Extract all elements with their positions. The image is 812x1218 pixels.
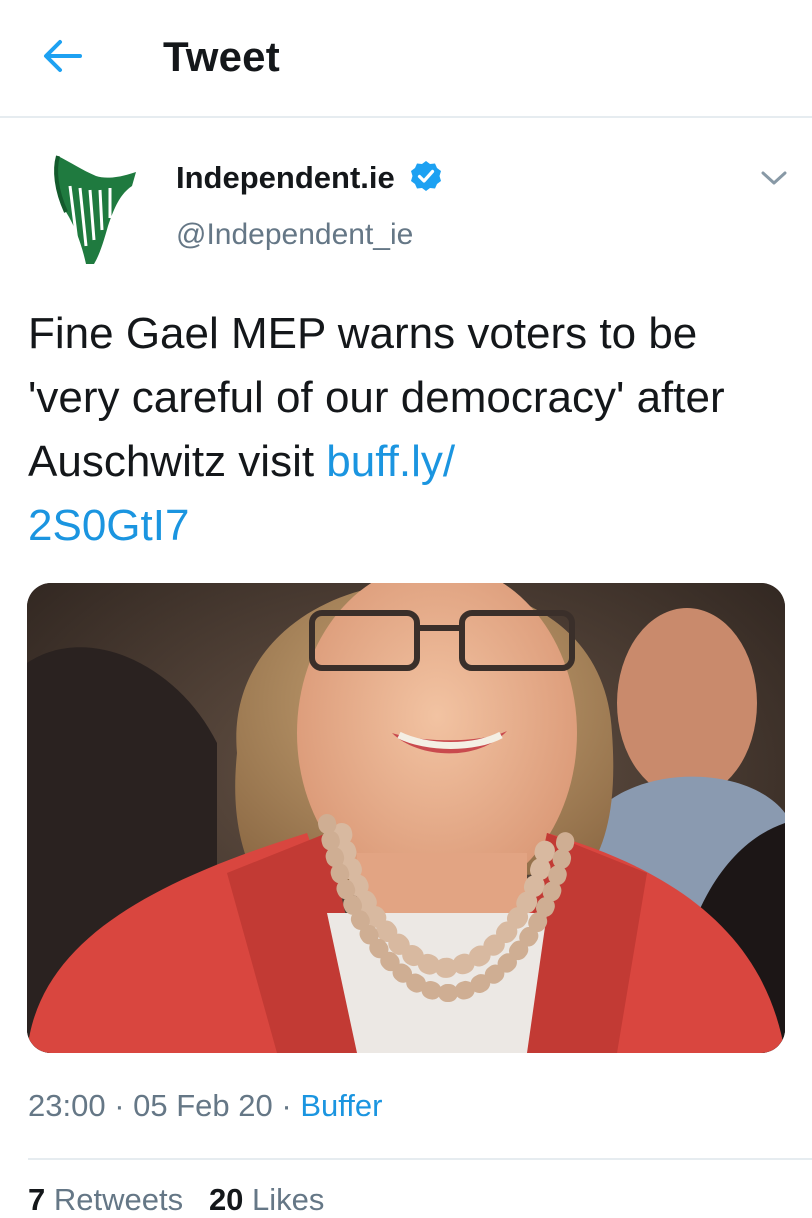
tweet-menu-button[interactable] bbox=[756, 164, 792, 192]
tweet-stats: 7 Retweets 20 Likes bbox=[28, 1182, 324, 1218]
tweet-link-part1: buff.ly/ bbox=[326, 437, 456, 486]
photo-image bbox=[27, 583, 785, 1053]
avatar[interactable] bbox=[48, 150, 140, 268]
meta-separator: · bbox=[272, 1088, 301, 1123]
tweet-time: 23:00 bbox=[28, 1088, 106, 1123]
tweet-meta: 23:00 · 05 Feb 20 · Buffer bbox=[28, 1088, 382, 1124]
chevron-down-icon bbox=[761, 171, 787, 185]
author-handle[interactable]: @Independent_ie bbox=[176, 218, 413, 252]
app-header: Tweet bbox=[0, 0, 812, 118]
tweet-text: Fine Gael MEP warns voters to be 'very c… bbox=[28, 302, 798, 558]
tweet-photo[interactable] bbox=[27, 583, 785, 1053]
meta-separator: · bbox=[105, 1088, 134, 1123]
harp-logo-icon bbox=[54, 155, 136, 264]
page-title: Tweet bbox=[163, 33, 280, 80]
tweet-source-link[interactable]: Buffer bbox=[300, 1088, 382, 1123]
author-name[interactable]: Independent.ie bbox=[176, 160, 395, 196]
tweet-link-part2: 2S0GtI7 bbox=[28, 501, 190, 550]
back-button[interactable] bbox=[38, 34, 86, 78]
tweet-date: 05 Feb 20 bbox=[133, 1088, 273, 1123]
divider bbox=[28, 1158, 812, 1160]
verified-badge-icon bbox=[410, 160, 442, 192]
arrow-left-icon bbox=[44, 40, 82, 72]
